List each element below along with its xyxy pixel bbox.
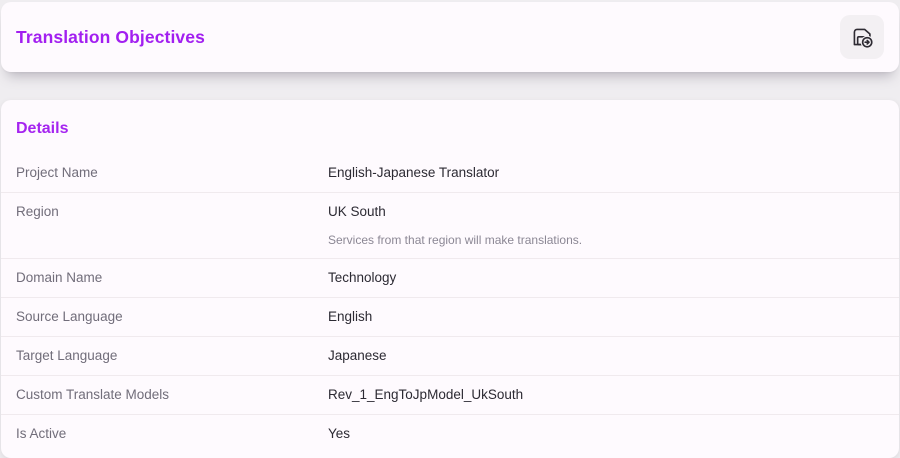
details-card: Details Project Name English-Japanese Tr… bbox=[1, 100, 899, 458]
save-button[interactable] bbox=[840, 15, 884, 59]
row-value: English-Japanese Translator bbox=[328, 164, 499, 182]
detail-row-project-name: Project Name English-Japanese Translator bbox=[1, 154, 899, 192]
detail-row-is-active: Is Active Yes bbox=[1, 414, 899, 453]
row-label: Source Language bbox=[16, 308, 328, 326]
detail-row-custom-translate-models: Custom Translate Models Rev_1_EngToJpMod… bbox=[1, 375, 899, 414]
row-label: Domain Name bbox=[16, 269, 328, 287]
row-value: English bbox=[328, 308, 372, 326]
details-heading: Details bbox=[1, 100, 899, 154]
row-label: Target Language bbox=[16, 347, 328, 365]
row-value: UK South bbox=[328, 203, 582, 221]
row-value-group: UK South Services from that region will … bbox=[328, 203, 582, 248]
header-card: Translation Objectives bbox=[1, 2, 899, 72]
row-value: Yes bbox=[328, 425, 350, 443]
detail-row-source-language: Source Language English bbox=[1, 297, 899, 336]
page-title: Translation Objectives bbox=[16, 27, 205, 48]
row-helper-text: Services from that region will make tran… bbox=[328, 232, 582, 248]
row-value: Technology bbox=[328, 269, 396, 287]
row-label: Region bbox=[16, 203, 328, 221]
detail-row-target-language: Target Language Japanese bbox=[1, 336, 899, 375]
detail-row-region: Region UK South Services from that regio… bbox=[1, 192, 899, 258]
row-label: Custom Translate Models bbox=[16, 386, 328, 404]
row-label: Is Active bbox=[16, 425, 328, 443]
detail-row-domain-name: Domain Name Technology bbox=[1, 258, 899, 297]
save-export-icon bbox=[849, 24, 875, 50]
row-value: Japanese bbox=[328, 347, 387, 365]
row-value: Rev_1_EngToJpModel_UkSouth bbox=[328, 386, 523, 404]
row-label: Project Name bbox=[16, 164, 328, 182]
